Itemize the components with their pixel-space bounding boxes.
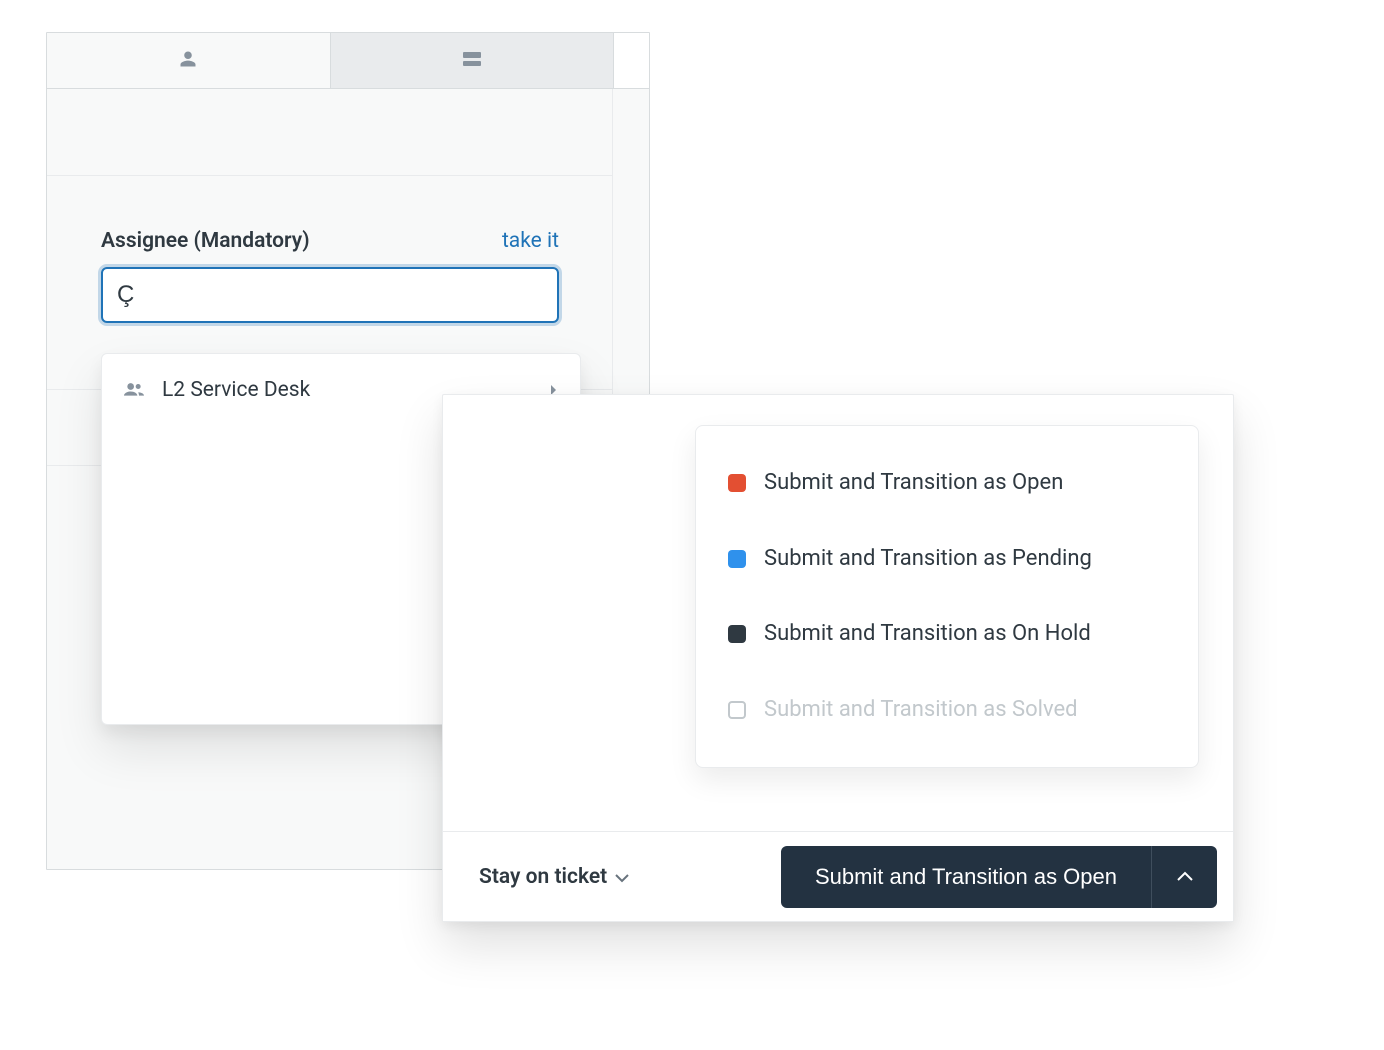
stay-on-ticket-label: Stay on ticket (479, 865, 607, 889)
person-icon (178, 49, 198, 73)
assignee-option-label: L2 Service Desk (162, 378, 310, 402)
submit-menu: Submit and Transition as Open Submit and… (695, 425, 1199, 768)
panel-tab-strip (47, 33, 649, 89)
submit-split-button: Submit and Transition as Open (781, 846, 1217, 908)
assignee-field: Assignee (Mandatory) take it (101, 229, 559, 323)
assignee-label-row: Assignee (Mandatory) take it (101, 229, 559, 253)
submit-option-open[interactable]: Submit and Transition as Open (722, 454, 1172, 512)
chevron-up-icon (1177, 869, 1193, 884)
status-chip-pending (728, 550, 746, 568)
group-icon (124, 378, 144, 402)
tab-requester[interactable] (47, 33, 331, 89)
panel-icon (462, 51, 482, 71)
submit-option-solved: Submit and Transition as Solved (722, 681, 1172, 739)
submit-option-label: Submit and Transition as Pending (764, 544, 1092, 574)
assignee-input[interactable] (101, 267, 559, 323)
status-chip-solved (728, 701, 746, 719)
submit-option-label: Submit and Transition as On Hold (764, 619, 1091, 649)
submit-option-label: Submit and Transition as Solved (764, 695, 1078, 725)
stay-on-ticket-toggle[interactable]: Stay on ticket (479, 865, 629, 889)
assignee-label: Assignee (Mandatory) (101, 229, 310, 253)
chevron-down-icon (615, 865, 629, 889)
submit-footer: Stay on ticket Submit and Transition as … (443, 831, 1233, 921)
tab-spacer (613, 33, 649, 89)
status-chip-onhold (728, 625, 746, 643)
take-it-link[interactable]: take it (502, 229, 559, 253)
submit-button[interactable]: Submit and Transition as Open (781, 846, 1151, 908)
submit-option-onhold[interactable]: Submit and Transition as On Hold (722, 605, 1172, 663)
submit-option-pending[interactable]: Submit and Transition as Pending (722, 530, 1172, 588)
submit-menu-toggle[interactable] (1151, 846, 1217, 908)
tab-fields[interactable] (331, 33, 614, 89)
submit-option-label: Submit and Transition as Open (764, 468, 1063, 498)
status-chip-open (728, 474, 746, 492)
submit-panel: Submit and Transition as Open Submit and… (442, 394, 1234, 922)
